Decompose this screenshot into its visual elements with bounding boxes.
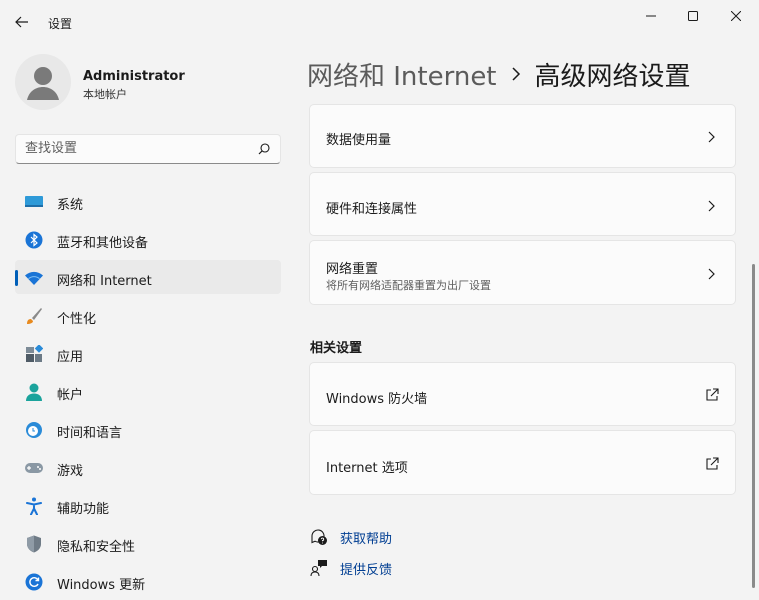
card-title: 数据使用量 <box>326 133 392 148</box>
chevron-right-icon <box>708 131 715 143</box>
app-title: 设置 <box>48 17 73 31</box>
shield-icon <box>24 534 44 554</box>
sidebar-item-windows-update[interactable]: Windows 更新 <box>15 564 281 598</box>
sidebar-item-label: Windows 更新 <box>57 578 146 593</box>
maximize-button[interactable] <box>670 0 716 32</box>
sidebar-item-personalization[interactable]: 个性化 <box>15 298 281 332</box>
sidebar-item-label: 时间和语言 <box>57 426 123 441</box>
card-title: 网络重置 <box>326 262 379 277</box>
minimize-button[interactable] <box>628 0 674 32</box>
related-settings-heading: 相关设置 <box>310 341 363 356</box>
search-icon <box>258 143 270 155</box>
help-icon <box>309 527 329 547</box>
brush-icon <box>24 306 44 326</box>
profile-name: Administrator <box>83 69 185 84</box>
user-avatar-icon <box>27 67 59 100</box>
windows-firewall-card[interactable]: Windows 防火墙 <box>309 362 736 426</box>
external-link-icon <box>706 457 719 470</box>
internet-options-card[interactable]: Internet 选项 <box>309 430 736 495</box>
get-help-link[interactable]: 获取帮助 <box>340 528 392 547</box>
breadcrumb-parent[interactable]: 网络和 Internet <box>307 56 497 93</box>
data-usage-card[interactable]: 数据使用量 <box>309 104 736 168</box>
time-language-icon <box>24 420 44 440</box>
sidebar-item-label: 帐户 <box>57 388 84 403</box>
sidebar-item-network[interactable]: 网络和 Internet <box>15 260 281 294</box>
feedback-row[interactable]: 提供反馈 <box>309 558 392 578</box>
hardware-properties-card[interactable]: 硬件和连接属性 <box>309 172 736 236</box>
maximize-icon <box>688 11 698 21</box>
network-reset-card[interactable]: 网络重置 将所有网络适配器重置为出厂设置 <box>309 240 736 305</box>
account-icon <box>24 382 44 402</box>
sidebar-item-label: 网络和 Internet <box>57 274 152 289</box>
card-title: 硬件和连接属性 <box>326 202 418 217</box>
avatar <box>15 54 71 110</box>
close-icon <box>731 11 741 21</box>
feedback-icon <box>309 558 329 578</box>
feedback-link[interactable]: 提供反馈 <box>340 559 392 578</box>
sidebar-item-time-language[interactable]: 时间和语言 <box>15 412 281 446</box>
breadcrumb: 网络和 Internet 高级网络设置 <box>307 54 691 94</box>
chevron-right-icon <box>708 268 715 280</box>
sidebar-item-label: 应用 <box>57 350 84 365</box>
sidebar-nav: 系统 蓝牙和其他设备 网络和 Internet 个性化 应用 帐户 时间和语言 … <box>15 184 281 600</box>
sidebar-item-bluetooth[interactable]: 蓝牙和其他设备 <box>15 222 281 256</box>
sidebar-item-label: 系统 <box>57 198 84 213</box>
search-input[interactable] <box>25 141 245 156</box>
sidebar-item-accounts[interactable]: 帐户 <box>15 374 281 408</box>
title-bar: 设置 <box>0 0 759 44</box>
apps-icon <box>24 344 44 364</box>
card-description: 将所有网络适配器重置为出厂设置 <box>326 279 491 292</box>
sidebar-item-accessibility[interactable]: 辅助功能 <box>15 488 281 522</box>
get-help-row[interactable]: 获取帮助 <box>309 527 392 547</box>
external-link-icon <box>706 388 719 401</box>
profile-account-type: 本地帐户 <box>83 88 127 101</box>
back-arrow-icon <box>15 16 28 28</box>
sidebar-item-system[interactable]: 系统 <box>15 184 281 218</box>
windows-update-icon <box>24 572 44 592</box>
back-button[interactable] <box>8 8 36 36</box>
accessibility-icon <box>24 496 44 516</box>
search-box[interactable] <box>15 134 281 164</box>
card-title: Internet 选项 <box>326 461 408 476</box>
sidebar-item-privacy[interactable]: 隐私和安全性 <box>15 526 281 560</box>
sidebar-item-label: 个性化 <box>57 312 97 327</box>
sidebar-item-label: 游戏 <box>57 464 84 479</box>
system-icon <box>24 192 44 212</box>
card-title: Windows 防火墙 <box>326 392 428 407</box>
sidebar-item-label: 辅助功能 <box>57 502 110 517</box>
bluetooth-icon <box>24 230 44 250</box>
sidebar-item-apps[interactable]: 应用 <box>15 336 281 370</box>
gaming-icon <box>24 458 44 478</box>
chevron-right-icon <box>708 200 715 212</box>
sidebar-item-gaming[interactable]: 游戏 <box>15 450 281 484</box>
page-title: 高级网络设置 <box>534 61 691 92</box>
sidebar-item-label: 隐私和安全性 <box>57 540 136 555</box>
close-button[interactable] <box>713 0 759 32</box>
breadcrumb-chevron-icon <box>511 66 521 82</box>
sidebar-item-label: 蓝牙和其他设备 <box>57 236 149 251</box>
wifi-icon <box>24 268 44 288</box>
scrollbar[interactable] <box>752 264 755 588</box>
minimize-icon <box>646 15 656 17</box>
